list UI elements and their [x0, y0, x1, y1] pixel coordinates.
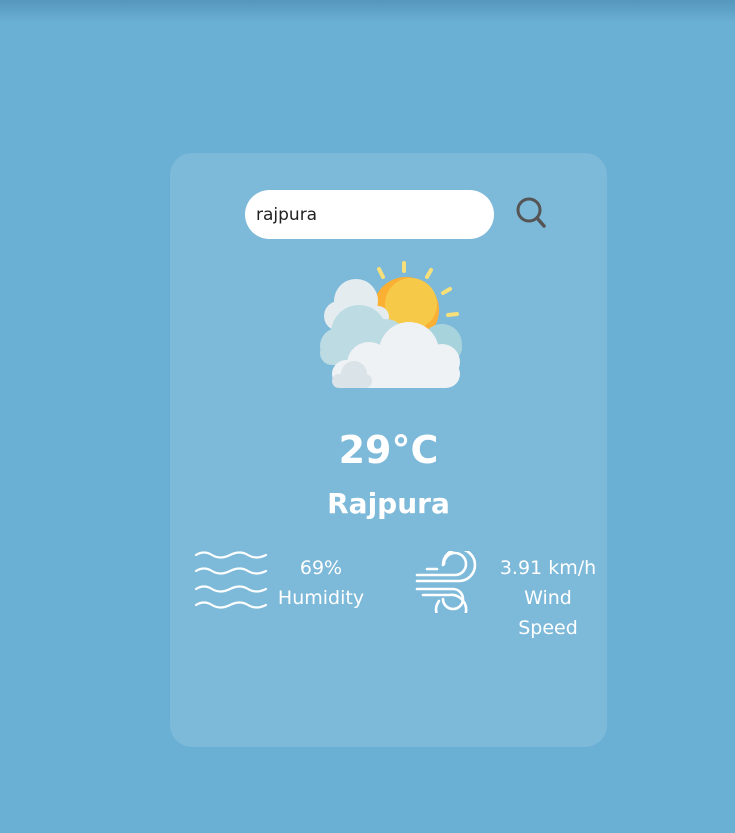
weather-card: 29°C Rajpura 69% Humidity 3.91 km/h Wind… [170, 153, 607, 747]
wind-label-line2: Speed [518, 617, 578, 639]
wind-value: 3.91 km/h [499, 557, 597, 579]
partly-cloudy-sun-icon [320, 261, 462, 388]
wind-label-line1: Wind [524, 587, 572, 609]
humidity-value: 69% [299, 557, 343, 579]
search-button[interactable] [513, 193, 549, 233]
search-icon [516, 197, 546, 228]
wind-icon [415, 551, 477, 613]
wind-stat: 3.91 km/h Wind Speed [495, 553, 601, 643]
search-input[interactable] [245, 190, 494, 239]
city-name: Rajpura [327, 487, 450, 520]
humidity-waves-icon [194, 551, 268, 609]
temperature: 29°C [338, 428, 439, 472]
humidity-label: Humidity [277, 587, 365, 609]
top-shadow [0, 0, 735, 22]
humidity-stat: 69% Humidity [270, 553, 372, 613]
